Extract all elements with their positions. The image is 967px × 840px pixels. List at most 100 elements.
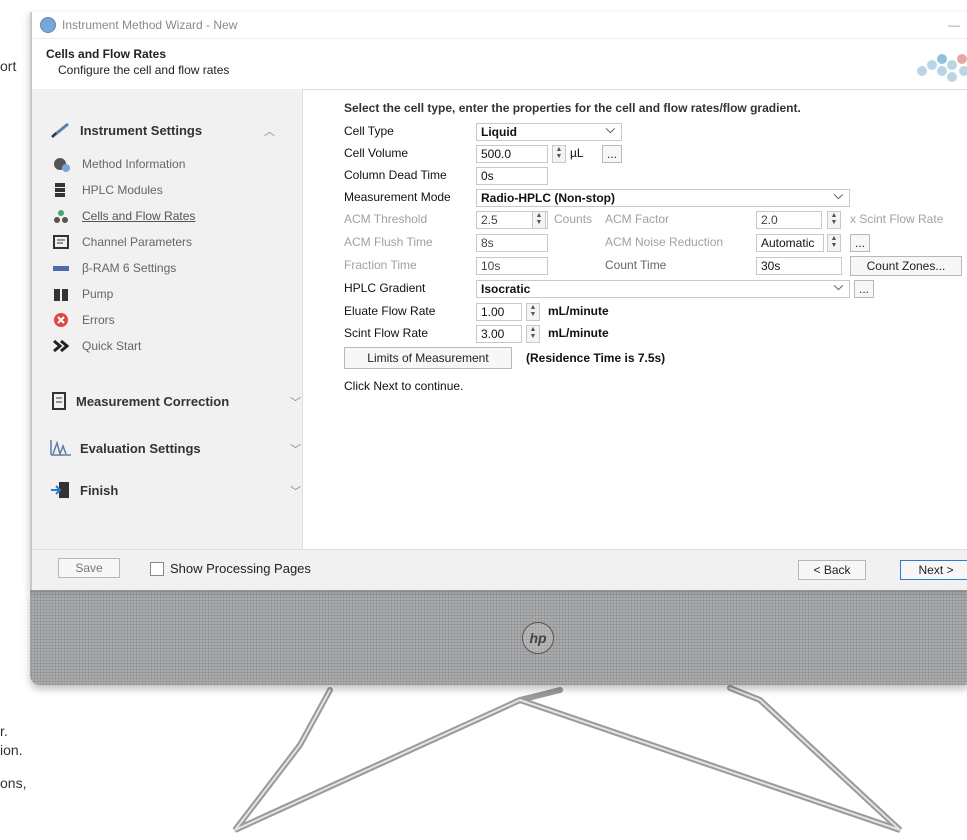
sidebar-item-quick-start[interactable]: Quick Start xyxy=(52,338,141,354)
sidebar-item-hplc-modules[interactable]: HPLC Modules xyxy=(52,182,163,198)
section-evaluation-settings[interactable]: Evaluation Settings xyxy=(50,439,201,457)
hplc-gradient-label: HPLC Gradient xyxy=(344,281,426,295)
acm-threshold-spinner[interactable]: ▲ ▼ xyxy=(532,211,546,229)
save-button[interactable]: Save xyxy=(58,558,120,578)
hplc-gradient-more-button[interactable]: ... xyxy=(854,280,874,298)
sidebar-item-cells-and-flow-rates[interactable]: Cells and Flow Rates xyxy=(52,208,195,224)
quick-start-icon xyxy=(53,339,70,353)
sidebar-item-label: Cells and Flow Rates xyxy=(82,209,196,223)
show-processing-checkbox[interactable]: Show Processing Pages xyxy=(150,561,311,576)
bram-icon xyxy=(53,266,69,271)
sidebar-item-label: β-RAM 6 Settings xyxy=(82,261,177,275)
measurement-mode-label: Measurement Mode xyxy=(344,190,451,204)
eluate-flow-rate-spinner[interactable]: ▲ ▼ xyxy=(526,303,540,321)
finish-door-icon xyxy=(51,482,69,498)
sidebar-item-errors[interactable]: Errors xyxy=(52,312,115,328)
count-zones-button[interactable]: Count Zones... xyxy=(850,256,962,276)
fraction-time-input[interactable]: 10s xyxy=(476,257,548,275)
instruction-text: Select the cell type, enter the properti… xyxy=(344,101,801,115)
acm-flush-time-label: ACM Flush Time xyxy=(344,235,433,249)
sidebar-item-label: Pump xyxy=(82,287,114,301)
acm-factor-unit: x Scint Flow Rate xyxy=(850,212,944,226)
section-label: Measurement Correction xyxy=(76,393,230,409)
eluate-flow-rate-label: Eluate Flow Rate xyxy=(344,304,436,318)
cells-icon xyxy=(54,210,68,223)
count-time-input[interactable]: 30s xyxy=(756,257,842,275)
show-processing-label: Show Processing Pages xyxy=(170,561,311,576)
eluate-flow-rate-input[interactable]: 1.00 xyxy=(476,303,522,321)
sidebar-item-pump[interactable]: Pump xyxy=(52,286,113,302)
modules-icon xyxy=(55,183,65,197)
acm-threshold-label: ACM Threshold xyxy=(344,212,428,226)
next-hint-text: Click Next to continue. xyxy=(344,379,464,393)
cell-type-dropdown[interactable]: Liquid xyxy=(476,122,622,141)
calculator-icon xyxy=(52,392,66,410)
sidebar-item-label: Errors xyxy=(82,313,115,327)
scint-flow-rate-input[interactable]: 3.00 xyxy=(476,325,522,343)
acm-factor-spinner[interactable]: ▲ ▼ xyxy=(827,211,841,229)
section-label: Finish xyxy=(80,482,119,498)
error-icon xyxy=(54,313,68,327)
column-dead-time-label: Column Dead Time xyxy=(344,168,447,182)
limits-of-measurement-button[interactable]: Limits of Measurement xyxy=(344,347,512,369)
section-label: Evaluation Settings xyxy=(80,440,201,456)
page-title: Cells and Flow Rates xyxy=(46,47,167,61)
hp-logo: hp xyxy=(522,622,554,654)
minimize-button[interactable]: — xyxy=(948,18,960,32)
scint-flow-rate-spinner[interactable]: ▲ ▼ xyxy=(526,325,540,343)
cell-type-label: Cell Type xyxy=(344,124,394,138)
acm-factor-input[interactable]: 2.0 xyxy=(756,211,822,229)
fraction-time-label: Fraction Time xyxy=(344,258,417,272)
chevron-down-icon[interactable]: ﹀ xyxy=(290,441,301,457)
residence-time-text: (Residence Time is 7.5s) xyxy=(526,351,666,365)
sidebar-item-label: Quick Start xyxy=(82,339,142,353)
chromatogram-icon xyxy=(50,440,71,457)
chevron-down-icon[interactable]: ﹀ xyxy=(290,483,301,499)
section-finish[interactable]: Finish xyxy=(50,481,118,499)
chevron-up-icon[interactable]: ︿ xyxy=(264,123,275,139)
acm-noise-reduction-input[interactable]: Automatic xyxy=(756,234,824,252)
wizard-header: Cells and Flow Rates Configure the cell … xyxy=(32,39,967,90)
sidebar-item-label: Channel Parameters xyxy=(82,235,193,249)
chevron-down-icon[interactable]: ﹀ xyxy=(290,394,301,410)
cell-flow-form: Select the cell type, enter the properti… xyxy=(312,89,967,549)
cell-volume-label: Cell Volume xyxy=(344,146,409,160)
acm-factor-label: ACM Factor xyxy=(605,212,670,226)
hexagon-logo-icon xyxy=(917,54,967,82)
pipette-icon xyxy=(51,122,69,139)
next-button[interactable]: Next > xyxy=(900,560,967,580)
checkbox-icon[interactable] xyxy=(150,561,164,576)
column-dead-time-input[interactable]: 0s xyxy=(476,167,548,185)
acm-noise-reduction-spinner[interactable]: ▲ ▼ xyxy=(827,234,841,252)
eluate-flow-rate-unit: mL/minute xyxy=(548,304,609,318)
section-measurement-correction[interactable]: Measurement Correction xyxy=(50,392,229,410)
section-label: Instrument Settings xyxy=(80,122,203,138)
gear-icon xyxy=(54,158,70,172)
hplc-gradient-dropdown[interactable]: Isocratic xyxy=(476,279,850,298)
sidebar-item-method-information[interactable]: Method Information xyxy=(52,156,185,172)
title-bar: Instrument Method Wizard - New — xyxy=(32,12,967,39)
window-title: Instrument Method Wizard - New xyxy=(62,18,238,32)
channel-icon xyxy=(53,235,69,249)
wizard-footer: Save Show Processing Pages < Back Next > xyxy=(32,549,967,590)
cell-volume-more-button[interactable]: ... xyxy=(602,145,622,163)
sidebar-item-label: HPLC Modules xyxy=(82,183,163,197)
scint-flow-rate-label: Scint Flow Rate xyxy=(344,326,429,340)
sidebar-item-bram6-settings[interactable]: β-RAM 6 Settings xyxy=(52,260,176,276)
back-button[interactable]: < Back xyxy=(798,560,866,580)
sidebar-item-label: Method Information xyxy=(82,157,186,171)
app-icon xyxy=(40,17,56,33)
wizard-sidebar: Instrument Settings ︿ Method Information… xyxy=(32,89,303,549)
monitor-bezel xyxy=(30,590,967,685)
acm-flush-time-input[interactable]: 8s xyxy=(476,234,548,252)
count-time-label: Count Time xyxy=(605,258,667,272)
section-instrument-settings[interactable]: Instrument Settings xyxy=(50,121,202,139)
page-subtitle: Configure the cell and flow rates xyxy=(58,63,230,77)
measurement-mode-dropdown[interactable]: Radio-HPLC (Non-stop) xyxy=(476,188,850,207)
acm-noise-more-button[interactable]: ... xyxy=(850,234,870,252)
sidebar-item-channel-parameters[interactable]: Channel Parameters xyxy=(52,234,192,250)
cell-volume-input[interactable]: 500.0 xyxy=(476,145,548,163)
acm-noise-reduction-label: ACM Noise Reduction xyxy=(605,235,724,249)
pump-icon xyxy=(54,289,68,301)
cell-volume-spinner[interactable]: ▲ ▼ xyxy=(552,145,566,163)
